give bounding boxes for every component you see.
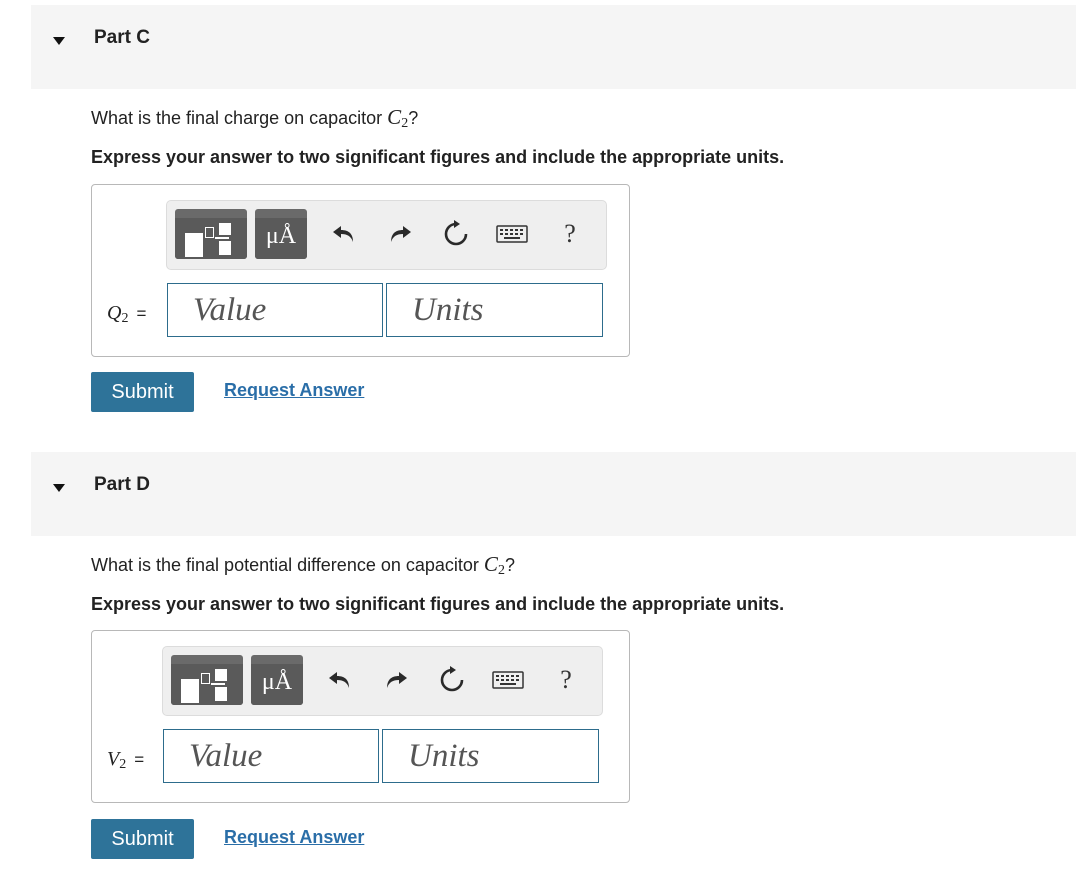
value-input[interactable]: Value bbox=[167, 283, 383, 337]
variable-subscript: 2 bbox=[119, 757, 127, 772]
question-text: What is the final charge on capacitor C2… bbox=[91, 105, 418, 132]
part-title: Part D bbox=[94, 474, 150, 495]
variable-symbol: Q bbox=[107, 302, 122, 324]
question-suffix: ? bbox=[504, 555, 515, 575]
variable-subscript: 2 bbox=[121, 311, 129, 326]
question-suffix: ? bbox=[408, 108, 419, 128]
templates-icon[interactable] bbox=[171, 655, 243, 705]
undo-icon[interactable] bbox=[327, 217, 361, 251]
help-icon[interactable]: ? bbox=[549, 663, 583, 697]
value-input[interactable]: Value bbox=[163, 729, 379, 783]
answer-box: μÅ ? V2 = Value Units bbox=[91, 630, 630, 803]
units-input[interactable]: Units bbox=[386, 283, 603, 337]
collapse-caret-icon[interactable] bbox=[53, 37, 65, 45]
submit-button[interactable]: Submit bbox=[91, 819, 194, 859]
variable-label: Q2 = bbox=[107, 302, 146, 327]
templates-icon[interactable] bbox=[175, 209, 247, 259]
keyboard-icon[interactable] bbox=[491, 663, 525, 697]
instruction-text: Express your answer to two significant f… bbox=[91, 594, 785, 614]
part-c-header[interactable]: Part C bbox=[31, 5, 1076, 89]
request-answer-link[interactable]: Request Answer bbox=[224, 827, 364, 848]
part-d-header[interactable]: Part D bbox=[31, 452, 1076, 536]
units-glyph: μÅ bbox=[261, 669, 293, 695]
units-glyph: μÅ bbox=[265, 223, 297, 249]
question-variable: C bbox=[387, 105, 402, 129]
collapse-caret-icon[interactable] bbox=[53, 484, 65, 492]
part-title: Part C bbox=[94, 27, 150, 48]
units-input[interactable]: Units bbox=[382, 729, 599, 783]
reset-icon[interactable] bbox=[439, 217, 473, 251]
equals-sign: = bbox=[136, 304, 147, 323]
reset-icon[interactable] bbox=[435, 663, 469, 697]
equals-sign: = bbox=[134, 750, 145, 769]
request-answer-link[interactable]: Request Answer bbox=[224, 380, 364, 401]
question-prefix: What is the final potential difference o… bbox=[91, 555, 479, 575]
undo-icon[interactable] bbox=[323, 663, 357, 697]
math-toolbar: μÅ ? bbox=[166, 200, 607, 270]
question-variable: C bbox=[483, 552, 498, 576]
variable-symbol: V bbox=[107, 748, 120, 770]
question-text: What is the final potential difference o… bbox=[91, 552, 515, 579]
instruction-text: Express your answer to two significant f… bbox=[91, 147, 785, 167]
math-toolbar: μÅ ? bbox=[162, 646, 603, 716]
help-icon[interactable]: ? bbox=[553, 217, 587, 251]
redo-icon[interactable] bbox=[379, 663, 413, 697]
redo-icon[interactable] bbox=[383, 217, 417, 251]
submit-button[interactable]: Submit bbox=[91, 372, 194, 412]
units-icon[interactable]: μÅ bbox=[255, 209, 307, 259]
units-icon[interactable]: μÅ bbox=[251, 655, 303, 705]
answer-box: μÅ ? Q2 = Value Units bbox=[91, 184, 630, 357]
keyboard-icon[interactable] bbox=[495, 217, 529, 251]
question-variable-subscript: 2 bbox=[497, 563, 505, 578]
question-prefix: What is the final charge on capacitor bbox=[91, 108, 383, 128]
variable-label: V2 = bbox=[107, 748, 144, 773]
